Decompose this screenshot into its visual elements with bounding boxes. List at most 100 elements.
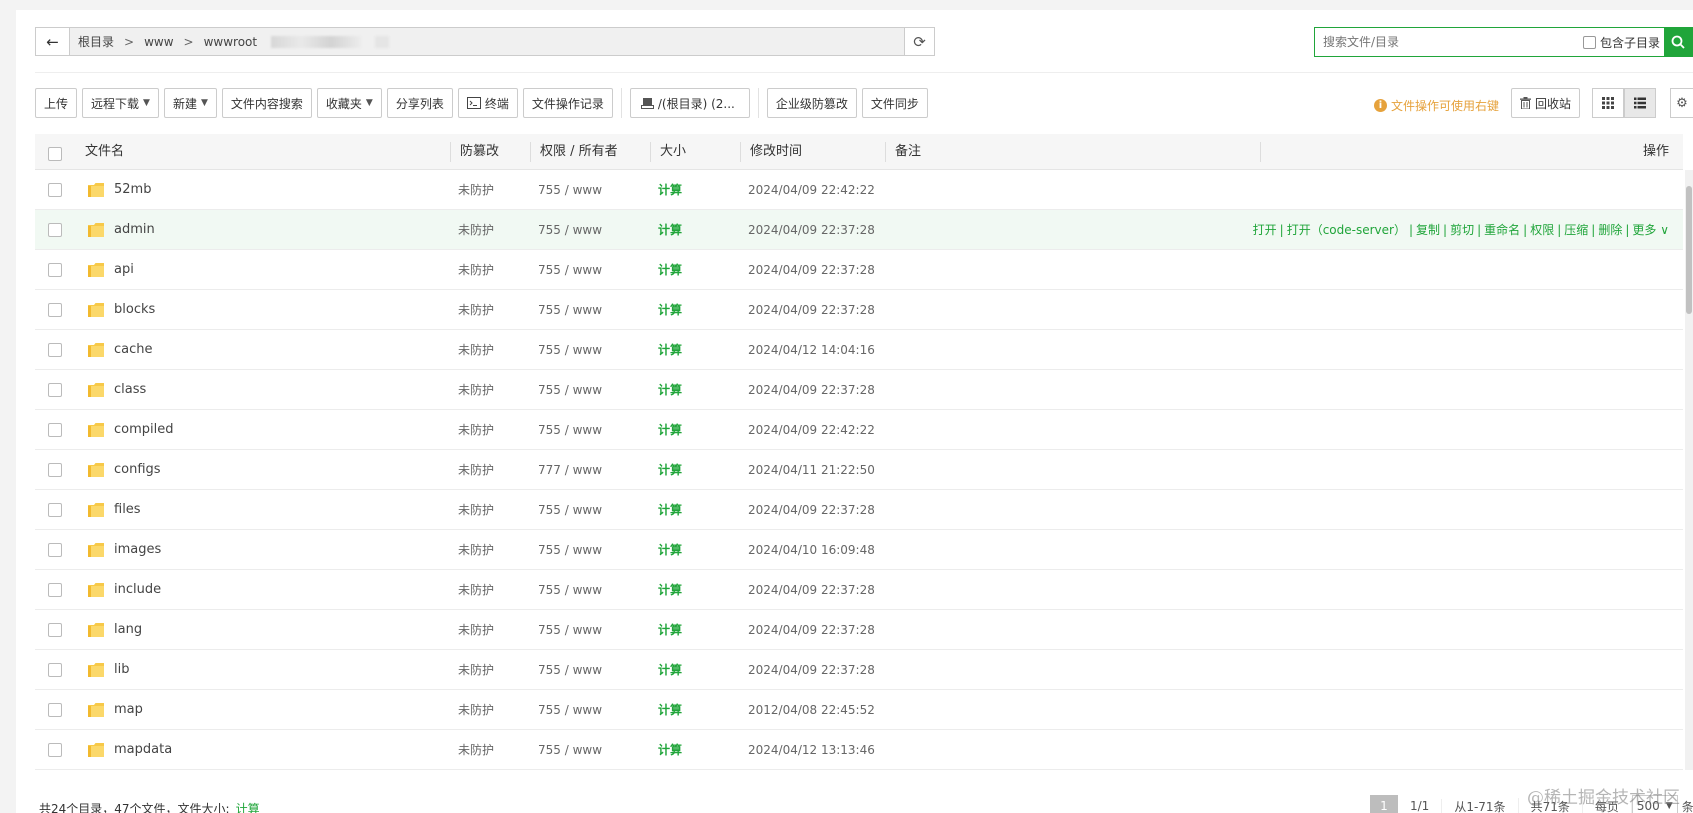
protect-status[interactable]: 未防护 xyxy=(458,250,494,290)
search-button[interactable] xyxy=(1664,27,1692,57)
size-calc-link[interactable]: 计算 xyxy=(658,730,682,770)
row-checkbox[interactable] xyxy=(48,423,62,437)
row-checkbox[interactable] xyxy=(48,263,62,277)
protect-status[interactable]: 未防护 xyxy=(458,330,494,370)
protect-status[interactable]: 未防护 xyxy=(458,450,494,490)
upload-button[interactable]: 上传 xyxy=(35,88,78,118)
size-calc-link[interactable]: 计算 xyxy=(658,410,682,450)
size-calc-link[interactable]: 计算 xyxy=(658,250,682,290)
row-action-link[interactable]: 权限 xyxy=(1530,223,1554,237)
col-name[interactable]: 文件名 xyxy=(85,134,124,170)
permission-owner[interactable]: 755 / www xyxy=(538,730,602,770)
include-subdir-checkbox[interactable] xyxy=(1583,35,1596,49)
list-view-button[interactable] xyxy=(1624,88,1656,118)
size-calc-link[interactable]: 计算 xyxy=(658,450,682,490)
protect-status[interactable]: 未防护 xyxy=(458,730,494,770)
terminal-button[interactable]: 终端 xyxy=(457,88,518,118)
scrollbar-thumb[interactable] xyxy=(1686,186,1692,314)
file-name[interactable]: include xyxy=(114,570,161,610)
table-row[interactable]: class 未防护 755 / www 计算 2024/04/09 22:37:… xyxy=(35,370,1683,410)
protect-status[interactable]: 未防护 xyxy=(458,650,494,690)
remote-download-button[interactable]: 远程下载 ▼ xyxy=(82,88,159,118)
search-input[interactable] xyxy=(1315,29,1575,55)
table-row[interactable]: blocks 未防护 755 / www 计算 2024/04/09 22:37… xyxy=(35,290,1683,330)
permission-owner[interactable]: 755 / www xyxy=(538,370,602,410)
permission-owner[interactable]: 755 / www xyxy=(538,290,602,330)
favorites-button[interactable]: 收藏夹 ▼ xyxy=(316,88,382,118)
permission-owner[interactable]: 755 / www xyxy=(538,170,602,210)
size-calc-link[interactable]: 计算 xyxy=(658,650,682,690)
content-search-button[interactable]: 文件内容搜索 xyxy=(221,88,312,118)
crumb-root[interactable]: 根目录 xyxy=(78,33,120,50)
disk-button[interactable]: /(根目录) (2... xyxy=(629,88,750,118)
file-name[interactable]: admin xyxy=(114,210,155,250)
select-all-checkbox[interactable] xyxy=(48,147,62,161)
file-name[interactable]: 52mb xyxy=(114,170,151,210)
table-row[interactable]: lang 未防护 755 / www 计算 2024/04/09 22:37:2… xyxy=(35,610,1683,650)
permission-owner[interactable]: 755 / www xyxy=(538,210,602,250)
col-perm[interactable]: 权限 / 所有者 xyxy=(540,134,618,170)
row-action-link[interactable]: 删除 xyxy=(1598,223,1622,237)
row-action-link[interactable]: 复制 xyxy=(1416,223,1440,237)
col-protect[interactable]: 防篡改 xyxy=(460,134,499,170)
recycle-bin-button[interactable]: 回收站 xyxy=(1511,88,1581,118)
file-name[interactable]: cache xyxy=(114,330,153,370)
protect-status[interactable]: 未防护 xyxy=(458,210,494,250)
size-calc-link[interactable]: 计算 xyxy=(658,330,682,370)
permission-owner[interactable]: 755 / www xyxy=(538,250,602,290)
table-row[interactable]: 52mb 未防护 755 / www 计算 2024/04/09 22:42:2… xyxy=(35,170,1683,210)
row-checkbox[interactable] xyxy=(48,383,62,397)
permission-owner[interactable]: 755 / www xyxy=(538,570,602,610)
file-name[interactable]: lib xyxy=(114,650,129,690)
row-action-link[interactable]: 更多 xyxy=(1632,223,1656,237)
chevron-down-icon[interactable]: ∨ xyxy=(1656,223,1669,237)
row-checkbox[interactable] xyxy=(48,463,62,477)
file-name[interactable]: class xyxy=(114,370,146,410)
file-name[interactable]: files xyxy=(114,490,141,530)
permission-owner[interactable]: 755 / www xyxy=(538,490,602,530)
protect-status[interactable]: 未防护 xyxy=(458,170,494,210)
row-checkbox[interactable] xyxy=(48,223,62,237)
table-row[interactable]: images 未防护 755 / www 计算 2024/04/10 16:09… xyxy=(35,530,1683,570)
permission-owner[interactable]: 755 / www xyxy=(538,690,602,730)
file-name[interactable]: mapdata xyxy=(114,730,172,770)
table-row[interactable]: cache 未防护 755 / www 计算 2024/04/12 14:04:… xyxy=(35,330,1683,370)
crumb-www[interactable]: www xyxy=(144,35,179,49)
table-row[interactable]: admin 未防护 755 / www 计算 2024/04/09 22:37:… xyxy=(35,210,1683,250)
row-checkbox[interactable] xyxy=(48,543,62,557)
protect-status[interactable]: 未防护 xyxy=(458,370,494,410)
settings-button[interactable]: ⚙ xyxy=(1670,88,1693,118)
row-checkbox[interactable] xyxy=(48,343,62,357)
refresh-button[interactable]: ⟳ xyxy=(904,28,934,55)
row-checkbox[interactable] xyxy=(48,303,62,317)
crumb-wwwroot[interactable]: wwwroot xyxy=(204,35,264,49)
file-name[interactable]: api xyxy=(114,250,134,290)
size-calc-link[interactable]: 计算 xyxy=(658,530,682,570)
file-sync-button[interactable]: 文件同步 xyxy=(861,88,928,118)
protect-status[interactable]: 未防护 xyxy=(458,690,494,730)
row-action-link[interactable]: 打开 xyxy=(1253,223,1277,237)
size-calc-link[interactable]: 计算 xyxy=(658,570,682,610)
file-name[interactable]: lang xyxy=(114,610,142,650)
file-name[interactable]: blocks xyxy=(114,290,155,330)
share-list-button[interactable]: 分享列表 xyxy=(386,88,453,118)
new-button[interactable]: 新建 ▼ xyxy=(163,88,217,118)
table-row[interactable]: include 未防护 755 / www 计算 2024/04/09 22:3… xyxy=(35,570,1683,610)
row-checkbox[interactable] xyxy=(48,503,62,517)
row-checkbox[interactable] xyxy=(48,743,62,757)
table-row[interactable]: api 未防护 755 / www 计算 2024/04/09 22:37:28 xyxy=(35,250,1683,290)
total-size-calc-link[interactable]: 计算 xyxy=(236,800,260,813)
row-checkbox[interactable] xyxy=(48,183,62,197)
permission-owner[interactable]: 755 / www xyxy=(538,530,602,570)
permission-owner[interactable]: 755 / www xyxy=(538,410,602,450)
protect-status[interactable]: 未防护 xyxy=(458,610,494,650)
size-calc-link[interactable]: 计算 xyxy=(658,610,682,650)
row-checkbox[interactable] xyxy=(48,583,62,597)
table-row[interactable]: lib 未防护 755 / www 计算 2024/04/09 22:37:28 xyxy=(35,650,1683,690)
permission-owner[interactable]: 755 / www xyxy=(538,650,602,690)
permission-owner[interactable]: 755 / www xyxy=(538,610,602,650)
table-row[interactable]: configs 未防护 777 / www 计算 2024/04/11 21:2… xyxy=(35,450,1683,490)
row-action-link[interactable]: 打开（code-server） xyxy=(1287,223,1406,237)
row-action-link[interactable]: 压缩 xyxy=(1564,223,1588,237)
table-row[interactable]: mapdata 未防护 755 / www 计算 2024/04/12 13:1… xyxy=(35,730,1683,770)
